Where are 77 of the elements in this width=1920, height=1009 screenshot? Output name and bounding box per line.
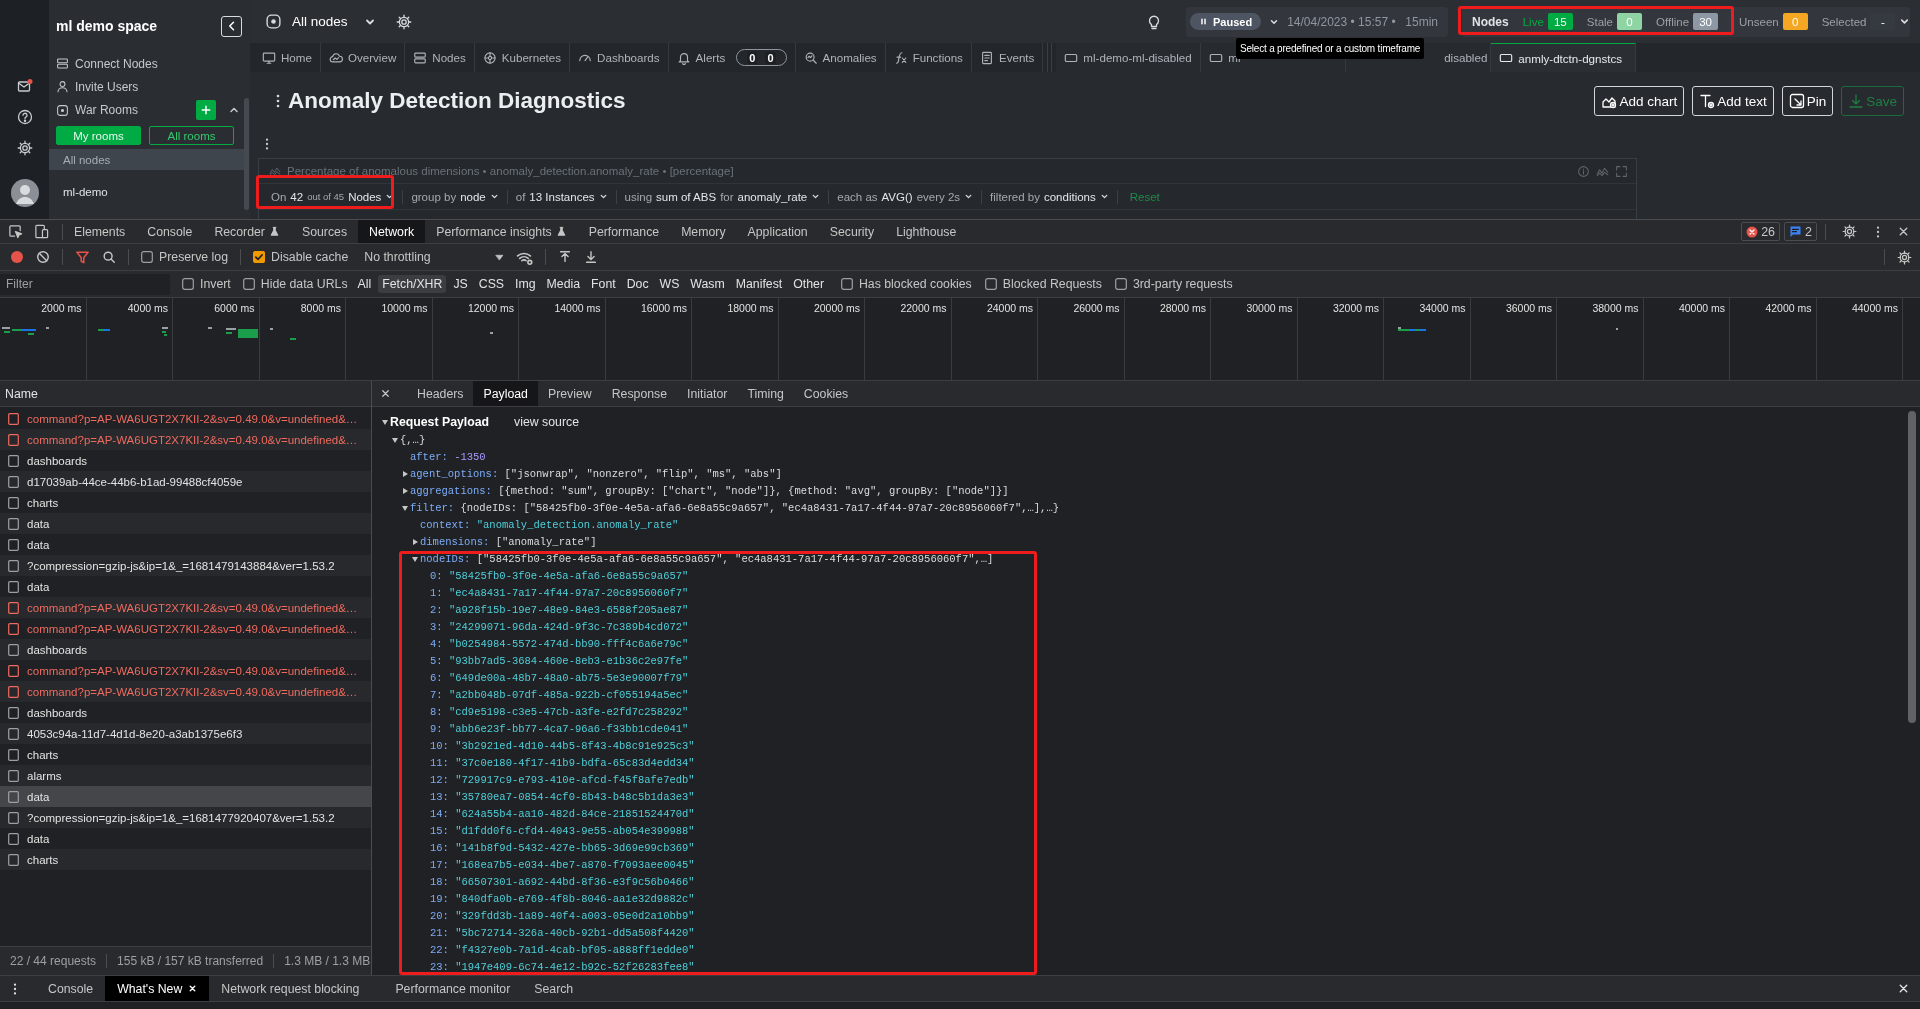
count-badge: 0 xyxy=(1617,13,1642,30)
payload-entry: 2: "a928f15b-19e7-48e9-84e3-6588f205ae87" xyxy=(430,603,689,616)
count-badge: 0 xyxy=(1782,13,1808,30)
payload-entry: 23: "1947e409-6c74-4e12-b92c-52f26283fee8" xyxy=(430,960,695,973)
nodes-label: Nodes xyxy=(1472,14,1509,29)
status-label: Selected xyxy=(1821,15,1867,28)
time-tick: 28000 ms xyxy=(1159,302,1206,314)
payload-entry: 10: "3b2921ed-4d10-44b5-8f43-4b8c91e925c3" xyxy=(430,739,695,752)
payload-entry: 1: "ec4a8431-7a17-4f44-97a7-20c8956060f7" xyxy=(430,586,689,599)
checkbox-label: Hide data URLs xyxy=(260,277,348,291)
section-label: War Rooms xyxy=(75,103,139,117)
payload-entry: 3: "24299071-96da-424d-9f3c-7c389b4cd072" xyxy=(430,620,689,633)
time-tick: 4000 ms xyxy=(127,302,168,314)
payload-entry: 0: "58425fb0-3f0e-4e5a-afa6-6e8a55c9a657" xyxy=(430,569,689,582)
summary-text: 1.3 MB / 1.3 MB xyxy=(284,954,371,968)
summary-text: 22 / 44 requests xyxy=(10,954,97,968)
payload-entry: 21: "5bc72714-326a-40cb-92b1-dd5a508f4420" xyxy=(430,926,695,939)
payload-entry: after: -1350 xyxy=(410,450,486,463)
payload-entry: 8: "cd9e5198-c3e5-47cb-a3fe-e2fd7c258292" xyxy=(430,705,689,718)
status-label: Unseen xyxy=(1739,15,1779,28)
time-tick: 38000 ms xyxy=(1592,302,1639,314)
timeframe-range: 15min xyxy=(1405,14,1438,29)
payload-entry: 16: "141b8f9d-5432-427e-bb65-3d69e99cb369" xyxy=(430,841,695,854)
space-title: ml demo space xyxy=(56,18,158,34)
time-tick: 34000 ms xyxy=(1419,302,1466,314)
payload-entry: 11: "37c0e180-4f17-41b9-bdfa-65c83d4edd34" xyxy=(430,756,695,769)
payload-entry: 12: "729917c9-e793-410e-afcd-f45f8afe7edb" xyxy=(430,773,695,786)
payload-entry: 6: "649de00a-48b7-48a0-ab75-5e3e90007f79" xyxy=(430,671,689,684)
count-badge: - xyxy=(1870,13,1896,30)
payload-entry: context: "anomaly_detection.anomaly_rate" xyxy=(420,518,679,531)
status-label: Offline xyxy=(1656,15,1690,28)
payload-entry: 4: "b0254984-5572-474d-bb90-fff4c6a6e79c" xyxy=(430,637,689,650)
time-tick: 20000 ms xyxy=(813,302,860,314)
payload-entry: 15: "d1fdd0f6-cfd4-4043-9e55-ab054e399988" xyxy=(430,824,695,837)
payload-entry: 19: "840dfa0b-e769-4f8b-8046-aa1e32d9882c" xyxy=(430,892,695,905)
time-tick: 30000 ms xyxy=(1246,302,1293,314)
dashboard-title: Anomaly Detection Diagnostics xyxy=(288,88,627,114)
time-tick: 12000 ms xyxy=(467,302,514,314)
time-tick: 2000 ms xyxy=(41,302,82,314)
checkbox-label: Disable cache xyxy=(271,250,349,264)
time-tick: 44000 ms xyxy=(1851,302,1898,314)
time-tick: 42000 ms xyxy=(1765,302,1812,314)
time-tick: 16000 ms xyxy=(640,302,687,314)
tooltip: Select a predefined or a custom timeframe xyxy=(1236,38,1425,59)
time-tick: 40000 ms xyxy=(1678,302,1725,314)
time-tick: 32000 ms xyxy=(1332,302,1379,314)
checkbox-label: Preserve log xyxy=(159,250,229,264)
payload-entry: 13: "35780ea7-0854-4cf0-8b43-b48c5b1da3e3" xyxy=(430,790,695,803)
time-tick: 26000 ms xyxy=(1073,302,1120,314)
section-title: Request Payload xyxy=(390,414,490,429)
chart-title: Percentage of anomalous dimensions • anomaly_detection.anomaly_rate • [percentage] xyxy=(287,165,735,177)
payload-entry: 20: "329fdd3b-1a89-40f4-a003-05e0d2a10bb9" xyxy=(430,909,695,922)
payload-entry: 7: "a2bb048b-07df-485a-922b-cf055194a5ec" xyxy=(430,688,689,701)
payload-entry: 9: "abb6e23f-bb77-4ca7-96a6-f33bb1cde041" xyxy=(430,722,689,735)
status-label: Live xyxy=(1522,15,1544,28)
time-tick: 18000 ms xyxy=(727,302,774,314)
summary-text: 155 kB / 157 kB transferred xyxy=(117,954,264,968)
time-tick: 8000 ms xyxy=(300,302,341,314)
time-tick: 24000 ms xyxy=(986,302,1033,314)
time-tick: 14000 ms xyxy=(554,302,601,314)
payload-entry: 18: "66507301-a692-44bd-8f36-e3f9c56b0466" xyxy=(430,875,695,888)
payload-entry: 5: "93bb7ad5-3684-460e-8eb3-e1b36c2e97fe" xyxy=(430,654,689,667)
payload-entry: 14: "624a55b4-aa10-482d-84ce-21851524470d" xyxy=(430,807,695,820)
time-tick: 36000 ms xyxy=(1505,302,1552,314)
payload-entry: 22: "f4327e0b-7a1d-4cab-bf05-a888ff1edde0" xyxy=(430,943,695,956)
time-tick: 10000 ms xyxy=(381,302,428,314)
time-tick: 22000 ms xyxy=(900,302,947,314)
checkbox-label: 3rd-party requests xyxy=(1132,277,1233,291)
payload-entry: 17: "168ea7b5-e034-4be7-a870-f7093aee0045" xyxy=(430,858,695,871)
status-label: Stale xyxy=(1586,15,1613,28)
count-badge: 15 xyxy=(1547,13,1573,30)
timeframe-date: 14/04/2023 • 15:57 • xyxy=(1287,14,1396,29)
checkbox-label: Has blocked cookies xyxy=(859,277,972,291)
checkbox-label: Blocked Requests xyxy=(1002,277,1102,291)
count-badge: 30 xyxy=(1693,13,1719,30)
time-tick: 6000 ms xyxy=(214,302,255,314)
checkbox-label: Invert xyxy=(200,277,231,291)
